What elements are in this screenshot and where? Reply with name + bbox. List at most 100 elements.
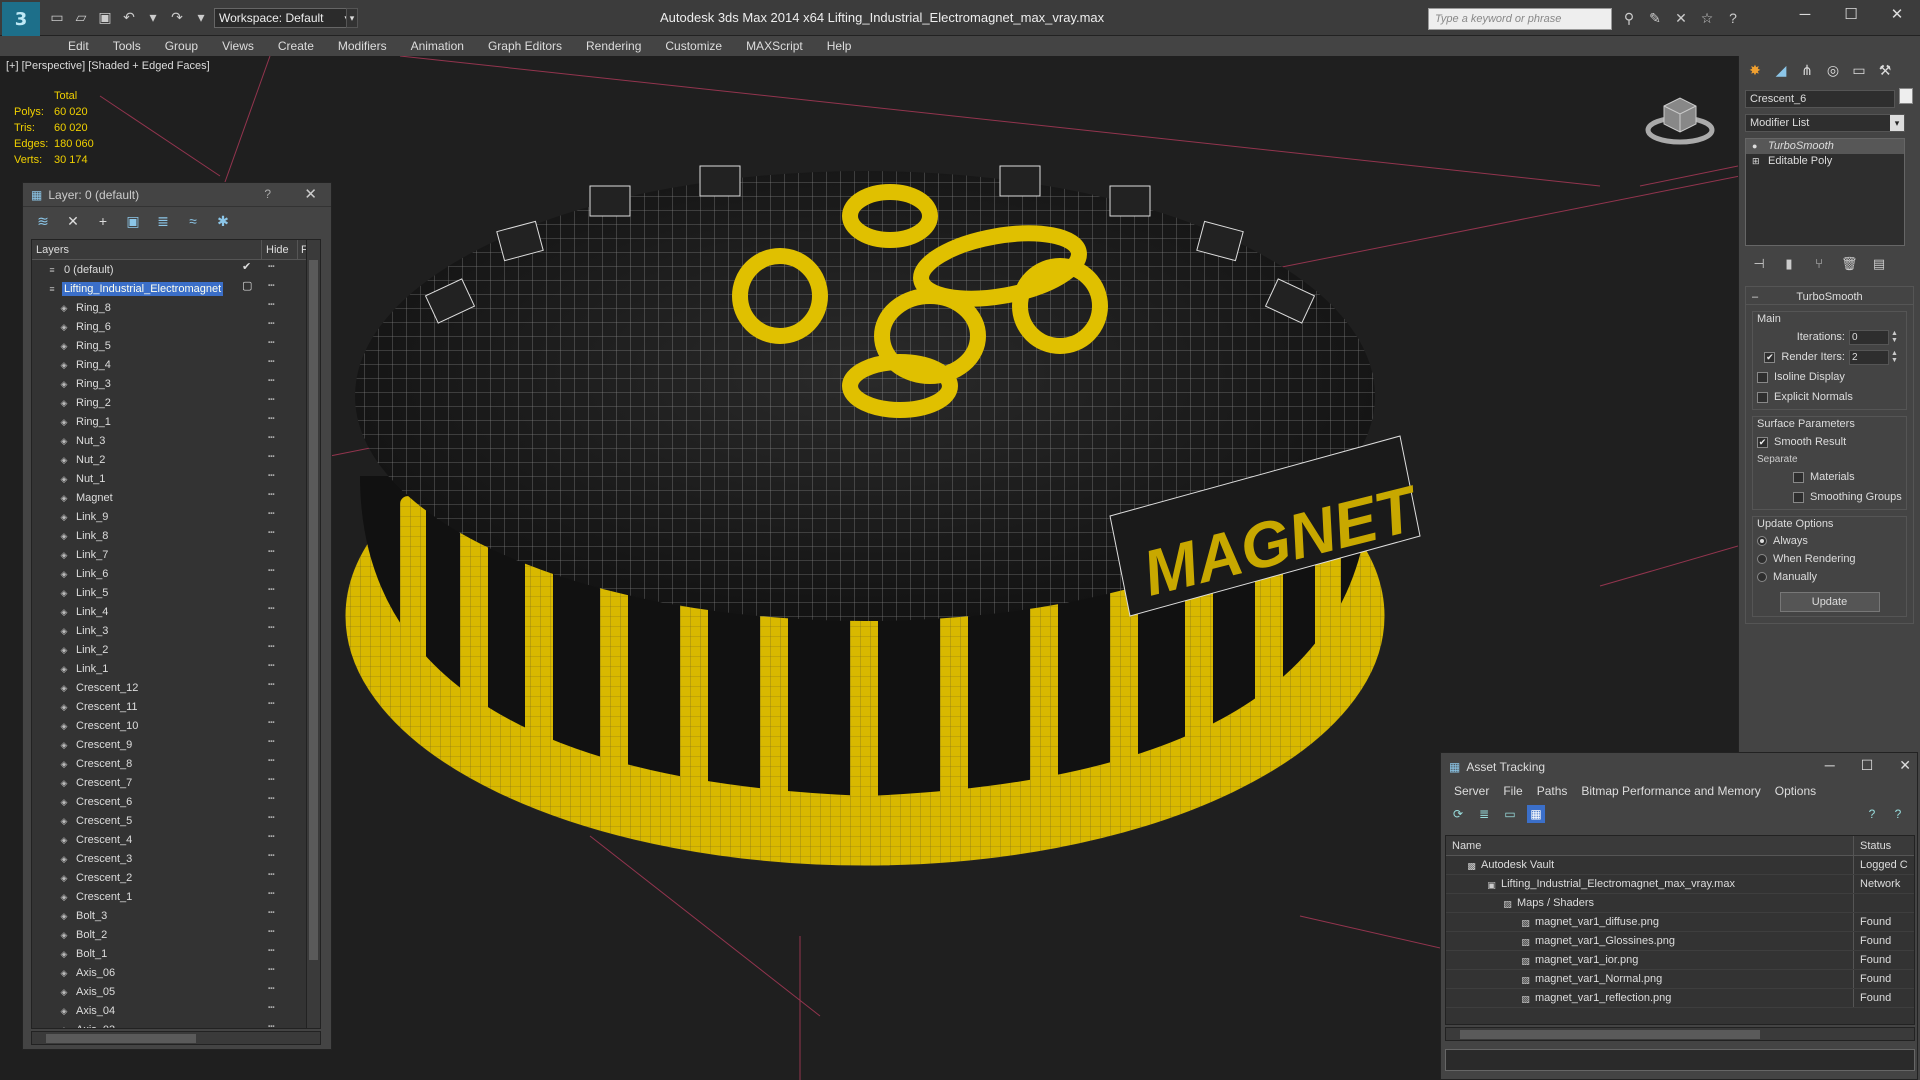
add-layer-icon[interactable]: + bbox=[93, 211, 113, 231]
layer-row[interactable]: ◈ Bolt_3 ┅ bbox=[32, 906, 320, 925]
layer-horizontal-scrollbar[interactable] bbox=[31, 1031, 321, 1045]
maximize-button[interactable]: ☐ bbox=[1828, 0, 1874, 32]
create-tab-icon[interactable]: ✸ bbox=[1745, 60, 1765, 80]
menu-modifiers[interactable]: Modifiers bbox=[326, 36, 399, 56]
layer-row[interactable]: ◈ Crescent_6 ┅ bbox=[32, 792, 320, 811]
stack-item-editable-poly[interactable]: ⊞ Editable Poly bbox=[1746, 154, 1904, 169]
hide-toggle-icon[interactable]: ┅ bbox=[268, 412, 275, 425]
layer-row[interactable]: ◈ Link_3 ┅ bbox=[32, 621, 320, 640]
layer-row[interactable]: ◈ Link_4 ┅ bbox=[32, 602, 320, 621]
hide-toggle-icon[interactable]: ┅ bbox=[268, 1001, 275, 1014]
update-when-rendering-radio[interactable]: When Rendering bbox=[1757, 550, 1902, 568]
menu-maxscript[interactable]: MAXScript bbox=[734, 36, 815, 56]
hide-toggle-icon[interactable]: ┅ bbox=[268, 469, 275, 482]
refresh-icon[interactable]: ⟳ bbox=[1449, 805, 1467, 823]
layer-row[interactable]: ◈ Link_8 ┅ bbox=[32, 526, 320, 545]
asset-path-field[interactable] bbox=[1445, 1049, 1915, 1071]
smooth-result-checkbox[interactable]: ✔ Smooth Result bbox=[1757, 432, 1902, 452]
layer-row[interactable]: ◈ Axis_05 ┅ bbox=[32, 982, 320, 1001]
hide-toggle-icon[interactable]: ┅ bbox=[268, 355, 275, 368]
layer-row[interactable]: ◈ Bolt_1 ┅ bbox=[32, 944, 320, 963]
favorites-star-icon[interactable]: ☆ bbox=[1698, 9, 1716, 27]
layer-row[interactable]: ◈ Crescent_4 ┅ bbox=[32, 830, 320, 849]
layer-row[interactable]: ◈ Nut_1 ┅ bbox=[32, 469, 320, 488]
checkbox-box[interactable] bbox=[1793, 491, 1804, 503]
select-layer-icon[interactable]: ▣ bbox=[123, 211, 143, 231]
hide-toggle-icon[interactable]: ┅ bbox=[268, 868, 275, 881]
close-icon[interactable]: ✕ bbox=[304, 185, 317, 203]
layer-row[interactable]: ◈ Ring_4 ┅ bbox=[32, 355, 320, 374]
current-layer-box-icon[interactable]: ▢ bbox=[242, 279, 252, 292]
radio-dot[interactable] bbox=[1757, 572, 1767, 582]
hide-toggle-icon[interactable]: ┅ bbox=[268, 336, 275, 349]
hide-toggle-icon[interactable]: ┅ bbox=[268, 906, 275, 919]
show-end-result-icon[interactable]: ▮ bbox=[1781, 256, 1797, 272]
hide-toggle-icon[interactable]: ┅ bbox=[268, 583, 275, 596]
layer-row[interactable]: ◈ Ring_6 ┅ bbox=[32, 317, 320, 336]
thumbnail-view-icon[interactable]: ▭ bbox=[1501, 805, 1519, 823]
asset-horizontal-scrollbar[interactable] bbox=[1445, 1027, 1915, 1041]
hide-toggle-icon[interactable]: ┅ bbox=[268, 659, 275, 672]
hide-toggle-icon[interactable]: ┅ bbox=[268, 1020, 275, 1028]
asset-menu-server[interactable]: Server bbox=[1447, 781, 1496, 801]
layer-row[interactable]: ◈ Link_2 ┅ bbox=[32, 640, 320, 659]
layer-row[interactable]: ◈ Nut_2 ┅ bbox=[32, 450, 320, 469]
layer-row[interactable]: ◈ Ring_5 ┅ bbox=[32, 336, 320, 355]
hide-toggle-icon[interactable]: ┅ bbox=[268, 678, 275, 691]
menu-group[interactable]: Group bbox=[153, 36, 210, 56]
scroll-thumb[interactable] bbox=[309, 260, 318, 960]
render-iters-field[interactable]: 2 bbox=[1849, 349, 1889, 365]
layer-row[interactable]: ◈ Ring_2 ┅ bbox=[32, 393, 320, 412]
isoline-display-checkbox[interactable]: Isoline Display bbox=[1757, 367, 1902, 387]
asset-row[interactable]: ▣ Lifting_Industrial_Electromagnet_max_vr… bbox=[1446, 875, 1914, 894]
menu-rendering[interactable]: Rendering bbox=[574, 36, 653, 56]
menu-graph-editors[interactable]: Graph Editors bbox=[476, 36, 574, 56]
hide-toggle-icon[interactable]: ┅ bbox=[268, 811, 275, 824]
undo-icon[interactable]: ↶ bbox=[120, 8, 138, 26]
col-name[interactable]: Name bbox=[1446, 836, 1854, 855]
hide-toggle-icon[interactable]: ┅ bbox=[268, 716, 275, 729]
menu-create[interactable]: Create bbox=[266, 36, 326, 56]
layer-row[interactable]: ◈ Crescent_3 ┅ bbox=[32, 849, 320, 868]
update-always-radio[interactable]: Always bbox=[1757, 532, 1902, 550]
layer-vertical-scrollbar[interactable] bbox=[306, 240, 320, 1028]
radio-dot[interactable] bbox=[1757, 554, 1767, 564]
hide-toggle-icon[interactable]: ┅ bbox=[268, 621, 275, 634]
scroll-thumb[interactable] bbox=[1460, 1030, 1760, 1039]
layer-row[interactable]: ◈ Link_1 ┅ bbox=[32, 659, 320, 678]
close-button[interactable]: ✕ bbox=[1899, 757, 1911, 774]
workspace-select[interactable]: Workspace: Default ▾ bbox=[214, 8, 354, 28]
hide-toggle-icon[interactable]: ┅ bbox=[268, 488, 275, 501]
hide-toggle-icon[interactable]: ┅ bbox=[268, 982, 275, 995]
col-layers[interactable]: Layers bbox=[32, 240, 262, 259]
layer-row[interactable]: ◈ Link_5 ┅ bbox=[32, 583, 320, 602]
checkbox-box[interactable]: ✔ bbox=[1764, 351, 1776, 363]
search-input[interactable]: Type a keyword or phrase bbox=[1428, 8, 1612, 30]
smoothing-groups-checkbox[interactable]: Smoothing Groups bbox=[1757, 487, 1902, 507]
new-file-icon[interactable]: ▭ bbox=[48, 8, 66, 26]
binoculars-icon[interactable]: ⚲ bbox=[1620, 9, 1638, 27]
redo-icon[interactable]: ↷ bbox=[168, 8, 186, 26]
hide-toggle-icon[interactable]: ┅ bbox=[268, 526, 275, 539]
menu-help[interactable]: Help bbox=[815, 36, 864, 56]
close-button[interactable]: ✕ bbox=[1874, 0, 1920, 32]
hide-toggle-icon[interactable]: ┅ bbox=[268, 374, 275, 387]
layer-row[interactable]: ◈ Axis_03 ┅ bbox=[32, 1020, 320, 1028]
help-icon[interactable]: ? bbox=[1724, 9, 1742, 27]
modify-tab-icon[interactable]: ◢ bbox=[1771, 60, 1791, 80]
hide-toggle-icon[interactable]: ┅ bbox=[268, 754, 275, 767]
asset-menu-paths[interactable]: Paths bbox=[1530, 781, 1575, 801]
object-name-field[interactable]: Crescent_6 bbox=[1745, 90, 1895, 108]
hide-toggle-icon[interactable]: ┅ bbox=[268, 279, 275, 292]
stack-item-turbosmooth[interactable]: ● TurboSmooth bbox=[1746, 139, 1904, 154]
pin-stack-icon[interactable]: ⊣ bbox=[1751, 256, 1767, 272]
list-view-icon[interactable]: ≣ bbox=[1475, 805, 1493, 823]
layer-row[interactable]: ◈ Bolt_2 ┅ bbox=[32, 925, 320, 944]
layer-row[interactable]: ◈ Axis_04 ┅ bbox=[32, 1001, 320, 1020]
utilities-tab-icon[interactable]: ⚒ bbox=[1875, 60, 1895, 80]
asset-row[interactable]: ▧ magnet_var1_Normal.png Found bbox=[1446, 970, 1914, 989]
subscription-icon[interactable]: ✎ bbox=[1646, 9, 1664, 27]
current-layer-check-icon[interactable]: ✔ bbox=[242, 260, 251, 273]
viewcube-icon[interactable] bbox=[1644, 86, 1716, 146]
object-color-swatch[interactable] bbox=[1899, 88, 1913, 104]
